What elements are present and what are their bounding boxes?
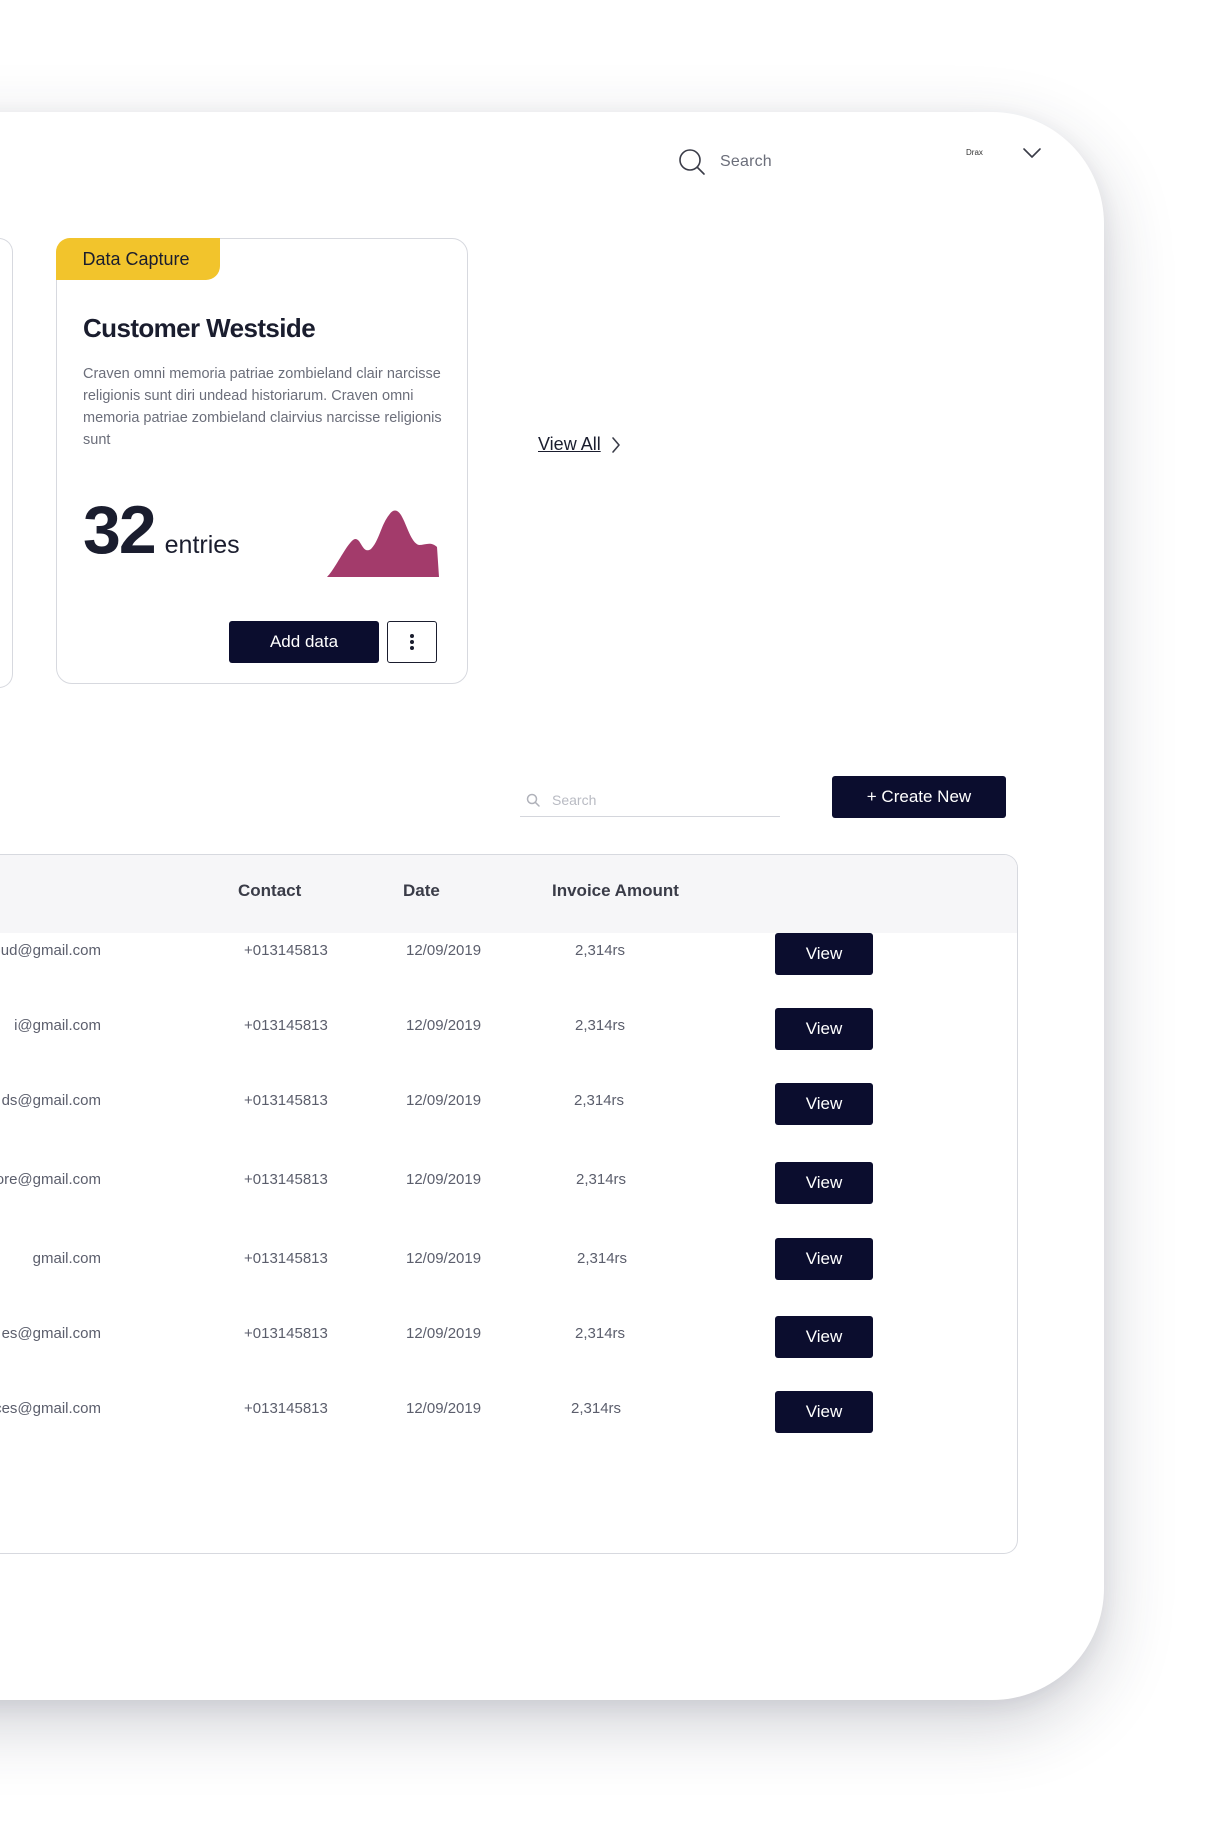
card-title: Customer Westside [83, 313, 316, 343]
table-search-input[interactable] [550, 791, 774, 809]
view-button[interactable]: View [775, 1083, 873, 1125]
entry-count-number: 32 [83, 492, 157, 568]
cell-email: i@gmail.com [14, 1017, 101, 1034]
card-entry-count: 32 entries [83, 491, 240, 569]
cell-amount: 2,314rs [575, 942, 626, 959]
cell-amount: 2,314rs [577, 1250, 628, 1267]
add-data-button[interactable]: Add data [229, 621, 379, 663]
cell-contact: +013145813 [244, 1017, 328, 1034]
previous-card [0, 238, 13, 688]
create-new-button[interactable]: + Create New [832, 776, 1006, 818]
search-icon [526, 793, 540, 807]
cell-amount: 2,314rs [576, 1171, 627, 1188]
column-header-contact: Contact [238, 881, 302, 900]
cell-contact: +013145813 [244, 1325, 328, 1342]
table-row: roud@gmail.com +013145813 12/09/2019 2,3… [0, 930, 1017, 975]
invoice-table: Contact Date Invoice Amount roud@gmail.c… [0, 854, 1018, 1554]
cell-date: 12/09/2019 [406, 1400, 482, 1417]
table-row: oore@gmail.com +013145813 12/09/2019 2,3… [0, 1159, 1017, 1204]
view-button[interactable]: View [775, 1391, 873, 1433]
column-header-invoice-amount: Invoice Amount [552, 881, 679, 900]
entry-count-unit: entries [164, 531, 240, 559]
data-card: Data Capture Customer Westside Craven om… [55, 237, 468, 684]
cell-email: rces@gmail.com [0, 1400, 101, 1417]
cell-email: ds@gmail.com [1, 1092, 101, 1109]
sparkline-area [327, 510, 439, 577]
cell-contact: +013145813 [244, 942, 328, 959]
header-search[interactable]: Search [678, 142, 772, 182]
cell-amount: 2,314rs [575, 1325, 626, 1342]
view-all-link[interactable]: View All [538, 434, 621, 455]
chevron-right-icon [611, 436, 620, 453]
view-button[interactable]: View [775, 933, 873, 975]
cell-email: roud@gmail.com [0, 942, 101, 959]
screen-stage: Search Drax Data Capture Customer Westsi… [0, 0, 1224, 1824]
card-description: Craven omni memoria patriae zombieland c… [83, 366, 442, 448]
header-search-label: Search [720, 153, 772, 170]
more-vertical-icon [410, 634, 414, 650]
cell-email: gmail.com [32, 1250, 101, 1267]
chevron-down-icon[interactable] [1022, 146, 1042, 160]
cell-amount: 2,314rs [575, 1017, 626, 1034]
cell-date: 12/09/2019 [406, 942, 482, 959]
view-button[interactable]: View [775, 1008, 873, 1050]
cell-date: 12/09/2019 [406, 1171, 482, 1188]
table-row: gmail.com +013145813 12/09/2019 2,314rs … [0, 1238, 1017, 1282]
table-header: Contact Date Invoice Amount [0, 855, 1017, 933]
view-button[interactable]: View [775, 1238, 873, 1280]
table-row: i@gmail.com +013145813 12/09/2019 2,314r… [0, 1005, 1017, 1050]
cell-contact: +013145813 [244, 1092, 328, 1109]
view-button[interactable]: View [775, 1316, 873, 1358]
cell-contact: +013145813 [244, 1400, 328, 1417]
cell-amount: 2,314rs [571, 1400, 622, 1417]
view-button[interactable]: View [775, 1162, 873, 1204]
table-row: es@gmail.com +013145813 12/09/2019 2,314… [0, 1313, 1017, 1358]
cell-amount: 2,314rs [574, 1092, 625, 1109]
card-tag: Data Capture [55, 237, 220, 280]
tablet-frame: Search Drax Data Capture Customer Westsi… [0, 112, 1104, 1700]
table-row: ds@gmail.com +013145813 12/09/2019 2,314… [0, 1080, 1017, 1125]
cell-email: es@gmail.com [1, 1325, 101, 1342]
search-icon [679, 149, 705, 175]
user-name[interactable]: Drax [966, 148, 983, 157]
column-header-date: Date [403, 881, 440, 900]
cell-date: 12/09/2019 [406, 1250, 482, 1267]
sparkline-chart [327, 510, 439, 577]
table-search [520, 784, 780, 817]
cell-contact: +013145813 [244, 1250, 328, 1267]
cell-date: 12/09/2019 [406, 1017, 482, 1034]
table-row: rces@gmail.com +013145813 12/09/2019 2,3… [0, 1388, 1017, 1433]
view-all-label: View All [538, 434, 601, 454]
card-more-button[interactable] [387, 621, 437, 663]
cell-contact: +013145813 [244, 1171, 328, 1188]
cell-date: 12/09/2019 [406, 1325, 482, 1342]
cell-date: 12/09/2019 [406, 1092, 482, 1109]
cell-email: oore@gmail.com [0, 1171, 101, 1188]
